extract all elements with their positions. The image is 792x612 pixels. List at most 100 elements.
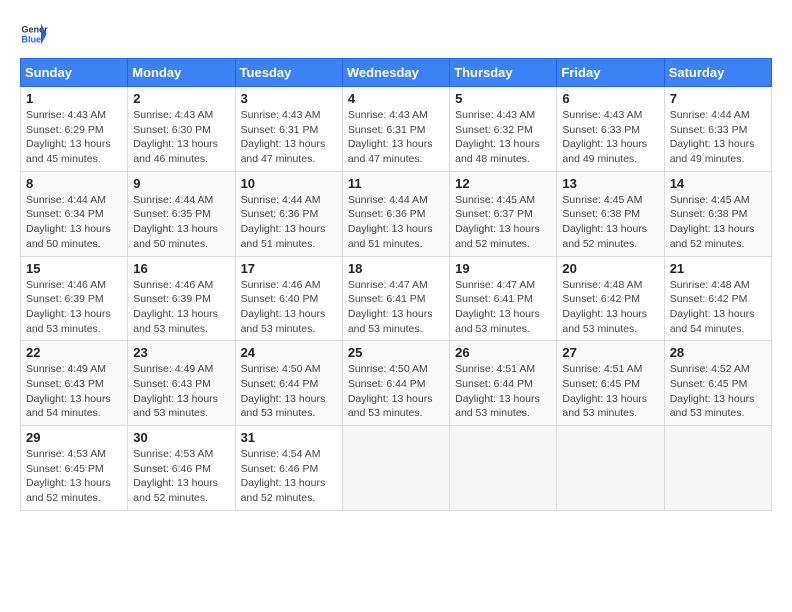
calendar-cell: 9 Sunrise: 4:44 AM Sunset: 6:35 PM Dayli… [128, 171, 235, 256]
calendar-cell: 13 Sunrise: 4:45 AM Sunset: 6:38 PM Dayl… [557, 171, 664, 256]
day-number: 18 [348, 261, 444, 276]
day-info: Sunrise: 4:43 AM Sunset: 6:30 PM Dayligh… [133, 108, 229, 167]
day-info: Sunrise: 4:53 AM Sunset: 6:45 PM Dayligh… [26, 447, 122, 506]
day-info: Sunrise: 4:47 AM Sunset: 6:41 PM Dayligh… [348, 278, 444, 337]
day-number: 6 [562, 91, 658, 106]
calendar-cell: 18 Sunrise: 4:47 AM Sunset: 6:41 PM Dayl… [342, 256, 449, 341]
day-number: 20 [562, 261, 658, 276]
calendar-cell: 7 Sunrise: 4:44 AM Sunset: 6:33 PM Dayli… [664, 87, 771, 172]
column-header-tuesday: Tuesday [235, 59, 342, 87]
day-info: Sunrise: 4:43 AM Sunset: 6:33 PM Dayligh… [562, 108, 658, 167]
day-info: Sunrise: 4:43 AM Sunset: 6:29 PM Dayligh… [26, 108, 122, 167]
calendar-cell: 30 Sunrise: 4:53 AM Sunset: 6:46 PM Dayl… [128, 426, 235, 511]
calendar-cell: 20 Sunrise: 4:48 AM Sunset: 6:42 PM Dayl… [557, 256, 664, 341]
day-number: 23 [133, 345, 229, 360]
calendar-table: SundayMondayTuesdayWednesdayThursdayFrid… [20, 58, 772, 511]
day-info: Sunrise: 4:47 AM Sunset: 6:41 PM Dayligh… [455, 278, 551, 337]
day-number: 25 [348, 345, 444, 360]
calendar-cell [342, 426, 449, 511]
day-number: 16 [133, 261, 229, 276]
calendar-cell [664, 426, 771, 511]
calendar-cell: 4 Sunrise: 4:43 AM Sunset: 6:31 PM Dayli… [342, 87, 449, 172]
day-number: 30 [133, 430, 229, 445]
logo: General Blue [20, 20, 48, 48]
day-number: 24 [241, 345, 337, 360]
day-number: 29 [26, 430, 122, 445]
day-number: 21 [670, 261, 766, 276]
calendar-header-row: SundayMondayTuesdayWednesdayThursdayFrid… [21, 59, 772, 87]
day-number: 26 [455, 345, 551, 360]
calendar-week-2: 8 Sunrise: 4:44 AM Sunset: 6:34 PM Dayli… [21, 171, 772, 256]
page-header: General Blue [20, 20, 772, 48]
calendar-cell: 21 Sunrise: 4:48 AM Sunset: 6:42 PM Dayl… [664, 256, 771, 341]
day-info: Sunrise: 4:51 AM Sunset: 6:44 PM Dayligh… [455, 362, 551, 421]
column-header-friday: Friday [557, 59, 664, 87]
calendar-cell: 27 Sunrise: 4:51 AM Sunset: 6:45 PM Dayl… [557, 341, 664, 426]
day-number: 27 [562, 345, 658, 360]
day-number: 15 [26, 261, 122, 276]
svg-text:Blue: Blue [21, 34, 41, 44]
day-info: Sunrise: 4:48 AM Sunset: 6:42 PM Dayligh… [562, 278, 658, 337]
day-info: Sunrise: 4:54 AM Sunset: 6:46 PM Dayligh… [241, 447, 337, 506]
day-number: 5 [455, 91, 551, 106]
day-info: Sunrise: 4:43 AM Sunset: 6:31 PM Dayligh… [241, 108, 337, 167]
calendar-cell: 2 Sunrise: 4:43 AM Sunset: 6:30 PM Dayli… [128, 87, 235, 172]
calendar-cell: 16 Sunrise: 4:46 AM Sunset: 6:39 PM Dayl… [128, 256, 235, 341]
calendar-cell: 1 Sunrise: 4:43 AM Sunset: 6:29 PM Dayli… [21, 87, 128, 172]
day-info: Sunrise: 4:45 AM Sunset: 6:38 PM Dayligh… [670, 193, 766, 252]
day-info: Sunrise: 4:49 AM Sunset: 6:43 PM Dayligh… [26, 362, 122, 421]
day-info: Sunrise: 4:48 AM Sunset: 6:42 PM Dayligh… [670, 278, 766, 337]
day-info: Sunrise: 4:43 AM Sunset: 6:32 PM Dayligh… [455, 108, 551, 167]
calendar-week-1: 1 Sunrise: 4:43 AM Sunset: 6:29 PM Dayli… [21, 87, 772, 172]
column-header-wednesday: Wednesday [342, 59, 449, 87]
day-number: 31 [241, 430, 337, 445]
day-info: Sunrise: 4:46 AM Sunset: 6:39 PM Dayligh… [26, 278, 122, 337]
day-info: Sunrise: 4:49 AM Sunset: 6:43 PM Dayligh… [133, 362, 229, 421]
calendar-cell: 5 Sunrise: 4:43 AM Sunset: 6:32 PM Dayli… [450, 87, 557, 172]
calendar-cell: 26 Sunrise: 4:51 AM Sunset: 6:44 PM Dayl… [450, 341, 557, 426]
day-info: Sunrise: 4:45 AM Sunset: 6:38 PM Dayligh… [562, 193, 658, 252]
calendar-cell: 19 Sunrise: 4:47 AM Sunset: 6:41 PM Dayl… [450, 256, 557, 341]
day-number: 22 [26, 345, 122, 360]
day-info: Sunrise: 4:50 AM Sunset: 6:44 PM Dayligh… [348, 362, 444, 421]
calendar-cell: 8 Sunrise: 4:44 AM Sunset: 6:34 PM Dayli… [21, 171, 128, 256]
day-number: 19 [455, 261, 551, 276]
column-header-sunday: Sunday [21, 59, 128, 87]
logo-icon: General Blue [20, 20, 48, 48]
column-header-monday: Monday [128, 59, 235, 87]
day-info: Sunrise: 4:43 AM Sunset: 6:31 PM Dayligh… [348, 108, 444, 167]
calendar-cell: 10 Sunrise: 4:44 AM Sunset: 6:36 PM Dayl… [235, 171, 342, 256]
calendar-cell: 22 Sunrise: 4:49 AM Sunset: 6:43 PM Dayl… [21, 341, 128, 426]
calendar-week-3: 15 Sunrise: 4:46 AM Sunset: 6:39 PM Dayl… [21, 256, 772, 341]
day-info: Sunrise: 4:50 AM Sunset: 6:44 PM Dayligh… [241, 362, 337, 421]
calendar-cell: 6 Sunrise: 4:43 AM Sunset: 6:33 PM Dayli… [557, 87, 664, 172]
day-info: Sunrise: 4:44 AM Sunset: 6:35 PM Dayligh… [133, 193, 229, 252]
calendar-cell: 31 Sunrise: 4:54 AM Sunset: 6:46 PM Dayl… [235, 426, 342, 511]
day-number: 12 [455, 176, 551, 191]
day-info: Sunrise: 4:53 AM Sunset: 6:46 PM Dayligh… [133, 447, 229, 506]
calendar-cell: 23 Sunrise: 4:49 AM Sunset: 6:43 PM Dayl… [128, 341, 235, 426]
calendar-cell [450, 426, 557, 511]
day-number: 17 [241, 261, 337, 276]
day-number: 28 [670, 345, 766, 360]
day-info: Sunrise: 4:44 AM Sunset: 6:34 PM Dayligh… [26, 193, 122, 252]
day-number: 11 [348, 176, 444, 191]
calendar-cell: 17 Sunrise: 4:46 AM Sunset: 6:40 PM Dayl… [235, 256, 342, 341]
day-info: Sunrise: 4:51 AM Sunset: 6:45 PM Dayligh… [562, 362, 658, 421]
day-info: Sunrise: 4:46 AM Sunset: 6:40 PM Dayligh… [241, 278, 337, 337]
day-number: 13 [562, 176, 658, 191]
calendar-week-4: 22 Sunrise: 4:49 AM Sunset: 6:43 PM Dayl… [21, 341, 772, 426]
day-info: Sunrise: 4:44 AM Sunset: 6:33 PM Dayligh… [670, 108, 766, 167]
day-number: 3 [241, 91, 337, 106]
calendar-week-5: 29 Sunrise: 4:53 AM Sunset: 6:45 PM Dayl… [21, 426, 772, 511]
day-info: Sunrise: 4:44 AM Sunset: 6:36 PM Dayligh… [348, 193, 444, 252]
day-number: 8 [26, 176, 122, 191]
calendar-cell: 12 Sunrise: 4:45 AM Sunset: 6:37 PM Dayl… [450, 171, 557, 256]
calendar-cell: 14 Sunrise: 4:45 AM Sunset: 6:38 PM Dayl… [664, 171, 771, 256]
calendar-cell: 11 Sunrise: 4:44 AM Sunset: 6:36 PM Dayl… [342, 171, 449, 256]
day-info: Sunrise: 4:52 AM Sunset: 6:45 PM Dayligh… [670, 362, 766, 421]
day-number: 4 [348, 91, 444, 106]
calendar-cell [557, 426, 664, 511]
day-info: Sunrise: 4:45 AM Sunset: 6:37 PM Dayligh… [455, 193, 551, 252]
column-header-thursday: Thursday [450, 59, 557, 87]
